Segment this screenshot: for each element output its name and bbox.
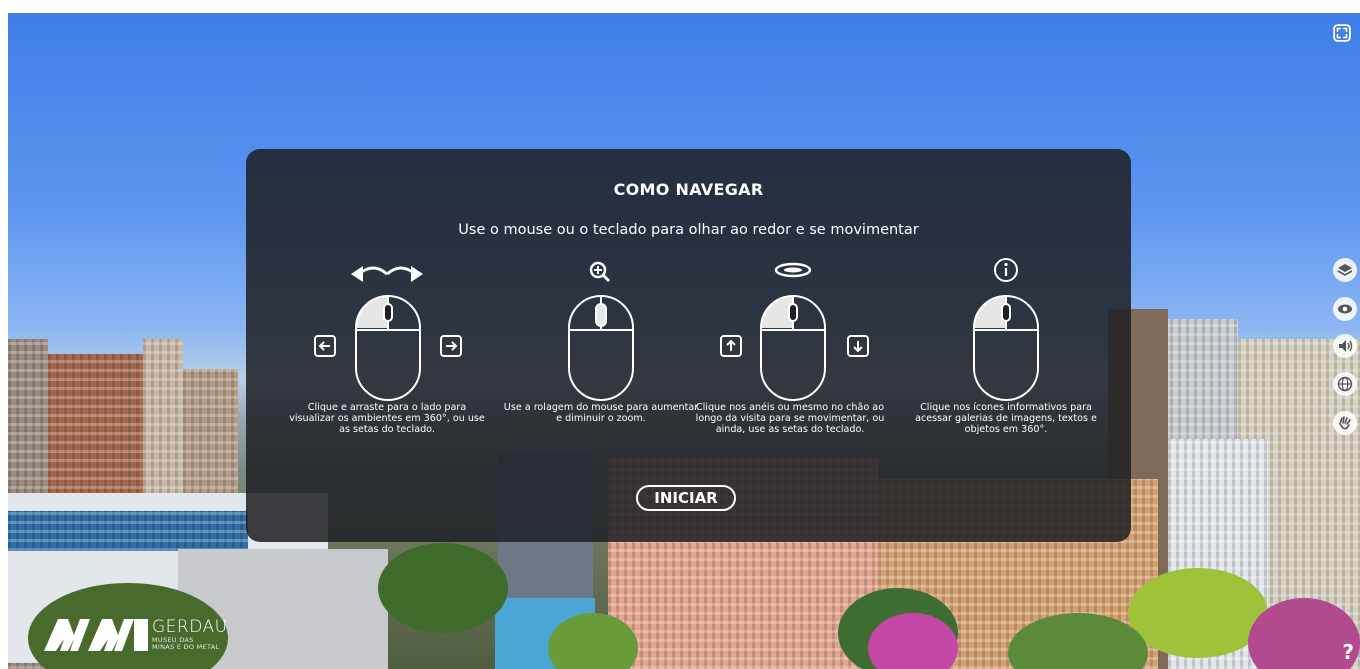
instruction-text: Use a rolagem do mouse para aumentar e d… [503,402,699,424]
language-button[interactable] [1333,372,1357,396]
tree [1128,568,1268,658]
panorama-view[interactable]: COMO NAVEGAR Use o mouse ou o teclado pa… [8,13,1360,669]
building [8,511,248,551]
start-button[interactable]: INICIAR [636,485,736,511]
accessibility-button[interactable] [1333,411,1357,435]
dialog-title: COMO NAVEGAR [613,180,764,199]
museum-logo-icon [44,619,148,651]
instruction-drag: Clique e arraste para o lado para visual… [287,254,487,435]
layers-icon [1337,264,1353,276]
mouse-drag-arrows-icon [314,266,462,401]
mouse-click-info-icon [973,258,1039,401]
view-button[interactable] [1333,297,1357,321]
logo-text: GERDAU MUSEU DAS MINAS E DO METAL [152,617,228,651]
globe-icon [1337,376,1353,392]
fullscreen-button[interactable] [1330,21,1354,45]
fullscreen-icon [1333,24,1351,42]
logo-brand: GERDAU [152,617,228,637]
dialog-subtitle: Use o mouse ou o teclado para olhar ao r… [458,222,919,238]
tree [378,543,508,633]
navigation-help-dialog: COMO NAVEGAR Use o mouse ou o teclado pa… [246,149,1131,542]
instruction-zoom: Use a rolagem do mouse para aumentar e d… [501,254,701,424]
help-button[interactable]: ? [1342,640,1354,664]
help-icon: ? [1342,640,1354,664]
sound-icon [1339,340,1353,352]
sign-language-icon [1339,416,1351,430]
sound-button[interactable] [1333,334,1357,358]
logo-subtitle-line2: MINAS E DO METAL [152,643,220,651]
layers-button[interactable] [1333,258,1357,282]
instruction-text: Clique e arraste para o lado para visual… [289,402,485,435]
instruction-info: Clique nos ícones informativos para aces… [906,254,1106,435]
mouse-click-ring-icon [720,262,869,401]
instruction-ring: Clique nos anéis ou mesmo no chão ao lon… [690,254,890,435]
instruction-text: Clique nos ícones informativos para aces… [915,402,1097,435]
mouse-scroll-zoom-icon [568,261,634,401]
instruction-text: Clique nos anéis ou mesmo no chão ao lon… [695,402,885,435]
eye-icon [1338,304,1352,314]
